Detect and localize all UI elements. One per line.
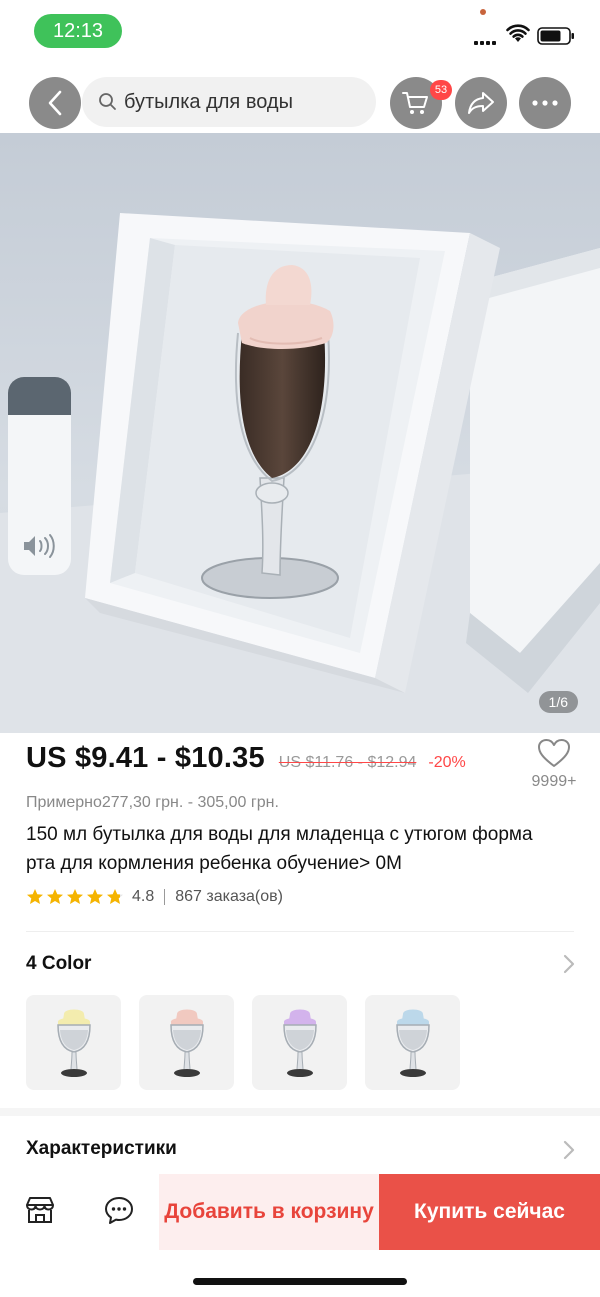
- privacy-indicator-dot: [480, 9, 486, 15]
- search-query-text: бутылка для воды: [124, 90, 293, 113]
- color-option-2[interactable]: [139, 995, 234, 1090]
- chevron-left-icon: [48, 90, 62, 116]
- speaker-volume-icon: [24, 534, 55, 558]
- approx-local-price: Примерно277,30 грн. - 305,00 грн.: [26, 794, 279, 811]
- product-image-gallery[interactable]: 1/6: [0, 133, 600, 733]
- star-icon: [87, 889, 103, 904]
- chat-icon[interactable]: [103, 1194, 135, 1226]
- price-row: US $9.41 - $10.35 US $11.76 - $12.94 -20…: [26, 742, 526, 782]
- back-button[interactable]: [29, 77, 81, 129]
- battery-icon: [537, 27, 574, 45]
- cellular-signal-icon: [474, 29, 500, 45]
- chevron-right-icon[interactable]: [562, 954, 576, 974]
- color-section-title[interactable]: 4 Color: [26, 953, 91, 975]
- image-counter: 1/6: [538, 691, 578, 713]
- rating-value: 4.8: [132, 888, 155, 905]
- cup-thumbnail-icon: [395, 1009, 430, 1077]
- rating-row[interactable]: 4.8 867 заказа(ов): [26, 884, 283, 910]
- cup-thumbnail-icon: [169, 1009, 204, 1077]
- section-divider: [26, 931, 574, 932]
- search-input[interactable]: бутылка для воды: [82, 77, 376, 127]
- volume-level-fill: [8, 377, 71, 415]
- rating-divider: [164, 889, 166, 905]
- bottom-action-bar: Добавить в корзину Купить сейчас: [0, 1174, 600, 1250]
- section-separator: [0, 1108, 600, 1116]
- star-icon: [27, 889, 43, 904]
- cart-icon: [402, 92, 428, 114]
- star-rating: [26, 888, 124, 906]
- share-button[interactable]: [455, 77, 507, 129]
- wifi-icon: [506, 24, 530, 42]
- color-option-1[interactable]: [26, 995, 121, 1090]
- chevron-right-icon[interactable]: [562, 1140, 576, 1160]
- star-icon: [47, 889, 63, 904]
- search-icon: [99, 93, 116, 110]
- status-time: 12:13: [34, 14, 122, 48]
- cart-count-badge: 53: [430, 80, 452, 100]
- star-icon: [107, 889, 123, 904]
- wishlist-count: 9999+: [531, 773, 577, 790]
- wishlist-button[interactable]: 9999+: [524, 738, 584, 791]
- heart-icon: [538, 739, 570, 767]
- discount-badge: -20%: [428, 754, 466, 771]
- share-icon: [468, 92, 494, 114]
- current-price: US $9.41 - $10.35: [26, 742, 265, 774]
- orders-count: 867 заказа(ов): [175, 888, 283, 905]
- color-option-4[interactable]: [365, 995, 460, 1090]
- color-option-3[interactable]: [252, 995, 347, 1090]
- cup-thumbnail-icon: [56, 1009, 91, 1077]
- specifications-title[interactable]: Характеристики: [26, 1138, 177, 1160]
- more-options-button[interactable]: [519, 77, 571, 129]
- original-price: US $11.76 - $12.94: [278, 754, 417, 771]
- add-to-cart-button[interactable]: Добавить в корзину: [159, 1174, 379, 1250]
- status-bar: 12:13: [0, 0, 600, 62]
- star-icon: [67, 889, 83, 904]
- volume-indicator: [8, 377, 71, 575]
- color-options: [26, 995, 460, 1090]
- product-photo: [0, 133, 600, 733]
- store-icon[interactable]: [24, 1194, 56, 1226]
- top-navigation: бутылка для воды: [0, 74, 600, 130]
- more-dots-icon: [532, 100, 558, 106]
- product-title: 150 мл бутылка для воды для младенца с у…: [26, 824, 533, 874]
- cup-thumbnail-icon: [282, 1009, 317, 1077]
- home-indicator[interactable]: [193, 1278, 407, 1285]
- buy-now-button[interactable]: Купить сейчас: [379, 1174, 600, 1250]
